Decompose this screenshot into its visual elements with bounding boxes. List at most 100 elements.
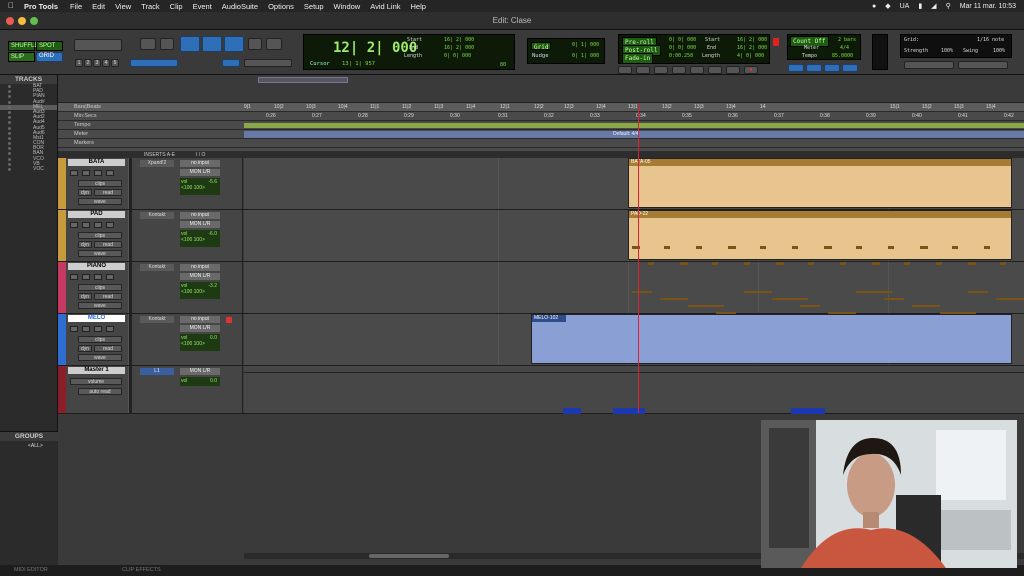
trim-tool[interactable] (160, 38, 174, 50)
track-name[interactable]: MELO (68, 315, 125, 322)
zoom-preset-2[interactable]: 2 (84, 59, 92, 67)
input-monitor-button[interactable] (82, 274, 90, 280)
nudge-label[interactable]: Nudge (532, 53, 549, 59)
grid-label[interactable]: Grid (531, 42, 552, 51)
menu-track[interactable]: Track (141, 2, 159, 11)
input-selector[interactable]: L1 (140, 368, 174, 375)
midi-clip-bata[interactable]: BATA-05 (628, 158, 1012, 208)
mode-grid[interactable]: GRID (36, 52, 63, 62)
menu-help[interactable]: Help (411, 2, 426, 11)
clips-view-selector[interactable]: clips (78, 180, 122, 187)
clock[interactable]: Mar 11 mar. 10:53 (960, 3, 1016, 10)
automation-mode[interactable]: read (94, 241, 122, 248)
record-enable-button[interactable] (70, 170, 78, 176)
dyn-button[interactable]: dyn (78, 189, 92, 196)
selector-tool[interactable] (180, 36, 200, 52)
input-selector[interactable]: no input (180, 160, 220, 167)
volume-pan-box[interactable]: vol -6.0 <100 100> (180, 230, 220, 247)
quantize-apply-button[interactable] (958, 61, 1008, 69)
menu-event[interactable]: Event (193, 2, 212, 11)
record-enable-indicator[interactable] (773, 38, 779, 46)
track-name[interactable]: BATA (68, 159, 125, 166)
record-arm-indicator[interactable] (226, 317, 232, 323)
midi-clip-melo[interactable]: MELO-102 (531, 314, 1012, 364)
track-name[interactable]: PIANO (68, 263, 125, 270)
strength-value[interactable]: 100% (941, 48, 953, 54)
transport-play-button[interactable] (672, 66, 686, 74)
dropbox-icon[interactable]: ◆ (885, 2, 890, 10)
mode-spot[interactable]: SPOT (36, 41, 63, 51)
menu-avid-link[interactable]: Avid Link (370, 2, 400, 11)
input-monitor-button[interactable] (82, 222, 90, 228)
wave-button[interactable]: wave (78, 302, 122, 309)
insert-slot[interactable]: Xpand!2 (140, 160, 174, 167)
transport-end-button[interactable] (708, 66, 722, 74)
tab-to-transient[interactable] (130, 59, 178, 67)
dyn-button[interactable]: dyn (78, 345, 92, 352)
zoomer-tool[interactable] (140, 38, 156, 50)
dyn-button[interactable]: dyn (78, 293, 92, 300)
input-selector[interactable]: no input (180, 264, 220, 271)
menu-setup[interactable]: Setup (304, 2, 324, 11)
loop-button[interactable] (726, 66, 740, 74)
countoff-button[interactable] (842, 64, 858, 72)
markers-ruler[interactable]: Markers (58, 139, 1024, 148)
input-monitor-button[interactable] (82, 170, 90, 176)
quant-grid-value[interactable]: 1/16 note (977, 37, 1004, 43)
track-lane[interactable] (244, 262, 1024, 313)
swing-value[interactable]: 100% (993, 48, 1005, 54)
volume-box[interactable]: vol 0.0 (180, 377, 220, 386)
volume-pan-box[interactable]: vol -5.6 <100 100> (180, 178, 220, 195)
mirror-midi[interactable] (244, 59, 292, 67)
menu-edit[interactable]: Edit (92, 2, 105, 11)
zoom-preset-5[interactable]: 5 (111, 59, 119, 67)
tempo-meter-display[interactable]: Count Off 2 bars Meter 4/4 Tempo 85.0000 (787, 34, 861, 60)
track-list-item[interactable]: VOC (0, 166, 57, 172)
wave-button[interactable]: wave (78, 250, 122, 257)
record-button[interactable]: ● (744, 66, 758, 74)
mute-button[interactable] (106, 170, 114, 176)
volume-pan-box[interactable]: vol 0.0 <100 100> (180, 334, 220, 351)
app-menu[interactable]: Pro Tools (24, 2, 58, 11)
input-selector[interactable]: no input (180, 316, 220, 323)
zoom-preset-3[interactable]: 3 (93, 59, 101, 67)
tab-clip-effects[interactable]: CLIP EFFECTS (122, 567, 161, 573)
solo-button[interactable] (94, 274, 102, 280)
track-lane[interactable]: MELO-102 (244, 314, 1024, 365)
solo-button[interactable] (94, 222, 102, 228)
wave-button[interactable]: wave (78, 198, 122, 205)
track-name[interactable]: PAD (68, 211, 125, 218)
solo-button[interactable] (94, 170, 102, 176)
bars-beats-ruler[interactable]: Bars|Beats 9|1 10|2 10|3 10|4 11|1 11|2 … (58, 103, 1024, 112)
record-status-icon[interactable]: ● (872, 3, 876, 10)
solo-button[interactable] (94, 326, 102, 332)
mute-button[interactable] (106, 274, 114, 280)
menu-clip[interactable]: Clip (170, 2, 183, 11)
meter-ruler[interactable]: Meter Default: 4/4 (58, 130, 1024, 139)
track-lane[interactable]: PAD-22 (244, 210, 1024, 261)
track-lane[interactable] (244, 366, 1024, 413)
language-indicator[interactable]: UA (900, 3, 910, 10)
quantize-search-button[interactable] (904, 61, 954, 69)
output-selector[interactable]: MON L/R (180, 325, 220, 332)
clips-view-selector[interactable]: clips (78, 336, 122, 343)
zoom-preset-1[interactable]: 1 (75, 59, 83, 67)
volume-view-selector[interactable]: volume (70, 378, 122, 385)
conductor-button[interactable] (806, 64, 822, 72)
click-button[interactable] (824, 64, 840, 72)
record-enable-button[interactable] (70, 222, 78, 228)
output-selector[interactable]: MON L/R (180, 221, 220, 228)
apple-icon[interactable]:  (8, 1, 14, 10)
transport-counter-display[interactable]: Pre-roll 0| 0| 000 Post-roll 0| 0| 000 F… (618, 34, 770, 64)
universe-view[interactable] (258, 77, 348, 83)
battery-icon[interactable]: ▮ (918, 2, 922, 10)
quantize-display[interactable]: Grid: 1/16 note Strength 100% Swing 100% (900, 34, 1012, 58)
track-name[interactable]: Master 1 (68, 367, 125, 374)
tempo-ruler[interactable]: Tempo (58, 121, 1024, 130)
insert-slot[interactable]: Kontakt (140, 212, 174, 219)
mode-shuffle[interactable]: SHUFFLE (8, 41, 38, 51)
menu-options[interactable]: Options (268, 2, 294, 11)
transport-rewind-button[interactable] (636, 66, 650, 74)
output-selector[interactable]: MON L/R (180, 368, 220, 375)
automation-mode[interactable]: read (94, 189, 122, 196)
